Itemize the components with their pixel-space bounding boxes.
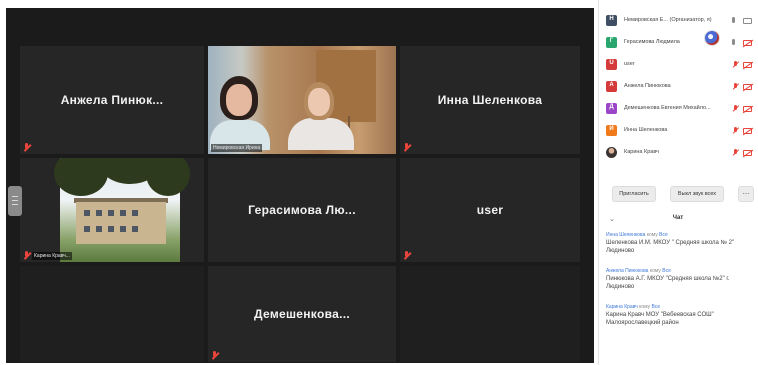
participant-name: Немировская Е... (Организатор, я) xyxy=(624,17,712,23)
participant-name: Инна Шеленкова xyxy=(437,93,543,107)
camera-off-icon xyxy=(743,62,752,68)
mic-muted-icon xyxy=(211,351,218,360)
chat-sender: Карина Кравч xyxy=(606,304,638,310)
video-tile-inna[interactable]: Инна Шеленкова xyxy=(400,46,580,154)
mic-off-icon xyxy=(732,61,738,69)
mic-off-icon xyxy=(732,83,738,91)
mic-muted-icon xyxy=(23,251,30,260)
chat-sender: Анжела Пинюкова xyxy=(606,268,649,274)
video-tile-demeshenkova[interactable]: Демешенкова... xyxy=(208,266,396,362)
avatar: Д xyxy=(606,103,617,114)
mic-icon xyxy=(732,17,735,23)
chat-message: Карина Кравч кому Все Карина Кравч МОУ "… xyxy=(606,304,752,327)
chat-header: ⌄ Чат xyxy=(598,212,758,226)
video-gallery: Анжела Пинюк... Немировская Ирина Инна Ш… xyxy=(6,8,594,363)
participant-name-caption: Карина Кравч... xyxy=(32,252,72,260)
participant-name: Демешенкова... xyxy=(254,307,350,321)
chat-title: Чат xyxy=(672,215,684,221)
camera-off-icon xyxy=(743,150,752,156)
more-options-button[interactable]: ... xyxy=(738,186,754,202)
video-tile-anzhela[interactable]: Анжела Пинюк... xyxy=(20,46,204,154)
participant-name: Инна Шеленкова xyxy=(624,127,668,133)
panel-collapse-handle[interactable] xyxy=(8,186,22,216)
avatar-photo xyxy=(606,147,617,158)
mute-all-button[interactable]: Выкл звук всех xyxy=(670,186,724,202)
avatar: Г xyxy=(606,37,617,48)
camera-off-icon xyxy=(743,128,752,134)
participant-row[interactable]: U user xyxy=(606,57,756,73)
participant-row[interactable]: И Инна Шеленкова xyxy=(606,123,756,139)
participant-name: Анжела Пинюк... xyxy=(60,93,164,107)
chat-message: Инна Шеленкова кому Все Шеленкова И.М. М… xyxy=(606,232,752,255)
mic-muted-icon xyxy=(403,251,410,260)
participant-name: user xyxy=(624,61,635,67)
video-tile-user[interactable]: user xyxy=(400,158,580,262)
participant-name-caption: Немировская Ирина xyxy=(211,144,263,152)
mic-muted-icon xyxy=(403,143,410,152)
mic-off-icon xyxy=(732,127,738,135)
avatar: U xyxy=(606,59,617,70)
participant-name: Демешенкова Евгения Михайло... xyxy=(624,105,711,111)
chat-message-text: Карина Кравч МОУ "Вебеевская СОШ" Малояр… xyxy=(606,312,714,326)
mic-muted-icon xyxy=(23,143,30,152)
participant-name: user xyxy=(476,203,504,217)
chat-message: Анжела Пинюкова кому Все Пинюкова А.Г. М… xyxy=(606,268,752,291)
participant-name: Герасимова Людмила xyxy=(624,39,680,45)
participant-name: Карина Кравч xyxy=(624,149,659,155)
participant-row[interactable]: Г Герасимова Людмила xyxy=(606,35,756,51)
chat-message-text: Пинюкова А.Г. МКОУ "Средняя школа №2" г.… xyxy=(606,276,730,290)
participant-row[interactable]: Д Демешенкова Евгения Михайло... xyxy=(606,101,756,117)
video-tile-empty-right xyxy=(400,266,580,362)
invite-button[interactable]: Пригласить xyxy=(612,186,656,202)
mic-icon xyxy=(732,39,735,45)
participant-name: Герасимова Лю... xyxy=(248,203,356,217)
video-tile-gerasimova[interactable]: Герасимова Лю... xyxy=(208,158,396,262)
participant-row[interactable]: Карина Кравч xyxy=(606,145,756,161)
chat-message-text: Шеленкова И.М. МКОУ " Средняя школа № 2"… xyxy=(606,240,735,254)
avatar: Н xyxy=(606,15,617,26)
video-tile-active-speaker[interactable]: Немировская Ирина xyxy=(208,46,396,154)
avatar: А xyxy=(606,81,617,92)
participant-row[interactable]: А Анжела Пинюкова xyxy=(606,79,756,95)
camera-off-icon xyxy=(743,40,752,46)
video-tile-empty-left xyxy=(20,266,204,362)
camera-icon xyxy=(743,18,752,24)
camera-off-icon xyxy=(743,84,752,90)
webcam-feed xyxy=(208,46,396,154)
camera-off-icon xyxy=(743,106,752,112)
participant-name: Анжела Пинюкова xyxy=(624,83,671,89)
mic-off-icon xyxy=(732,105,738,113)
mic-off-icon xyxy=(732,149,738,157)
avatar: И xyxy=(606,125,617,136)
chat-sender: Инна Шеленкова xyxy=(606,232,646,238)
video-tile-karina[interactable]: Карина Кравч... xyxy=(20,158,204,262)
profile-photo xyxy=(54,158,190,262)
participant-row[interactable]: Н Немировская Е... (Организатор, я) xyxy=(606,13,756,29)
